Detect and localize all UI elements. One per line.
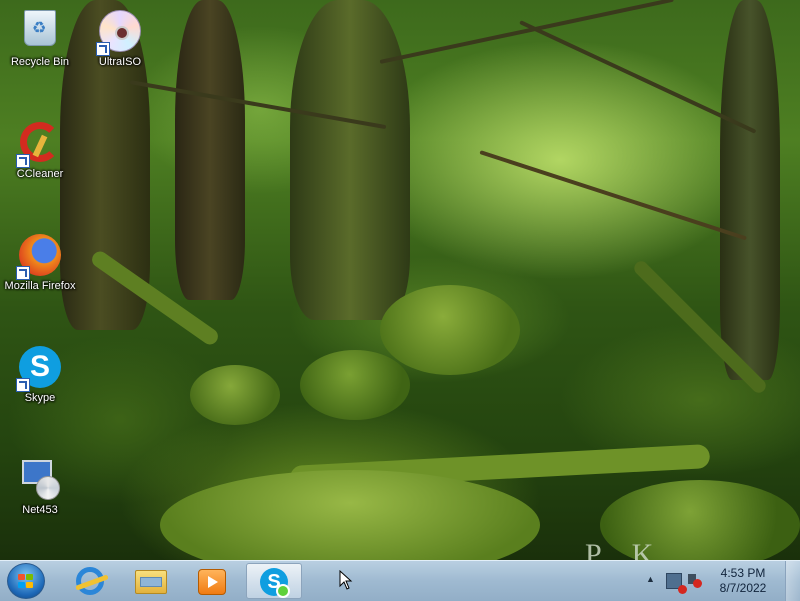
ultraiso-icon bbox=[96, 10, 142, 56]
desktop-icon-label: Mozilla Firefox bbox=[4, 280, 76, 292]
show-hidden-icons-button[interactable]: ▲ bbox=[646, 574, 655, 584]
desktop-icon-ccleaner[interactable]: CCleaner bbox=[0, 116, 80, 181]
desktop-icon-label: CCleaner bbox=[16, 168, 64, 180]
desktop-icon-net453[interactable]: Net453 bbox=[0, 452, 80, 517]
desktop-icon-label: Recycle Bin bbox=[10, 56, 70, 68]
branch bbox=[519, 20, 757, 134]
desktop-icon-recycle-bin[interactable]: Recycle Bin bbox=[0, 4, 80, 69]
network-disconnected-icon[interactable] bbox=[666, 573, 687, 594]
desktop-wallpaper: PK bbox=[0, 0, 800, 560]
desktop-icon-label: Skype bbox=[24, 392, 56, 404]
shortcut-arrow-icon bbox=[16, 266, 30, 280]
tree-trunk bbox=[290, 0, 410, 320]
clock-date: 8/7/2022 bbox=[719, 581, 767, 595]
tree-trunk bbox=[175, 0, 245, 300]
moss-rock bbox=[190, 365, 280, 425]
start-button[interactable] bbox=[7, 563, 45, 599]
skype-icon: S bbox=[260, 568, 290, 598]
moss-rock bbox=[300, 350, 410, 420]
windows-explorer-icon bbox=[135, 570, 167, 594]
desktop-icon-ultraiso[interactable]: UltraISO bbox=[80, 4, 160, 69]
branch bbox=[379, 0, 674, 64]
taskbar-media-player-button[interactable] bbox=[184, 563, 240, 599]
clock-time: 4:53 PM bbox=[720, 566, 766, 580]
shortcut-arrow-icon bbox=[96, 42, 110, 56]
windows-media-player-icon bbox=[198, 569, 226, 595]
taskbar-internet-explorer-button[interactable] bbox=[62, 563, 118, 599]
moss-rock bbox=[160, 470, 540, 560]
desktop-icon-skype[interactable]: S Skype bbox=[0, 340, 80, 405]
desktop-icon-firefox[interactable]: Mozilla Firefox bbox=[0, 228, 80, 293]
clock[interactable]: 4:53 PM 8/7/2022 bbox=[710, 566, 776, 596]
taskbar-skype-button[interactable]: S bbox=[246, 563, 302, 599]
shortcut-arrow-icon bbox=[16, 154, 30, 168]
branch bbox=[479, 150, 747, 241]
recycle-bin-icon bbox=[18, 10, 62, 54]
volume-muted-icon[interactable] bbox=[688, 574, 702, 588]
taskbar-windows-explorer-button[interactable] bbox=[122, 563, 178, 599]
net453-icon bbox=[18, 458, 62, 502]
firefox-icon bbox=[16, 234, 62, 280]
desktop-icon-label: UltraISO bbox=[98, 56, 142, 68]
internet-explorer-icon bbox=[76, 567, 104, 595]
desktop-icon-label: Net453 bbox=[22, 504, 58, 516]
moss-rock bbox=[380, 285, 520, 375]
windows-start-icon bbox=[18, 574, 34, 589]
system-tray: ▲ 4:53 PM 8/7/2022 bbox=[640, 561, 800, 601]
wallpaper-watermark: PK bbox=[585, 538, 684, 560]
skype-icon: S bbox=[16, 346, 62, 392]
ccleaner-icon bbox=[16, 122, 62, 168]
tree-trunk bbox=[720, 0, 780, 380]
shortcut-arrow-icon bbox=[16, 378, 30, 392]
show-desktop-button[interactable] bbox=[785, 561, 800, 601]
taskbar: S ▲ 4:53 PM 8/7/2022 bbox=[0, 560, 800, 601]
